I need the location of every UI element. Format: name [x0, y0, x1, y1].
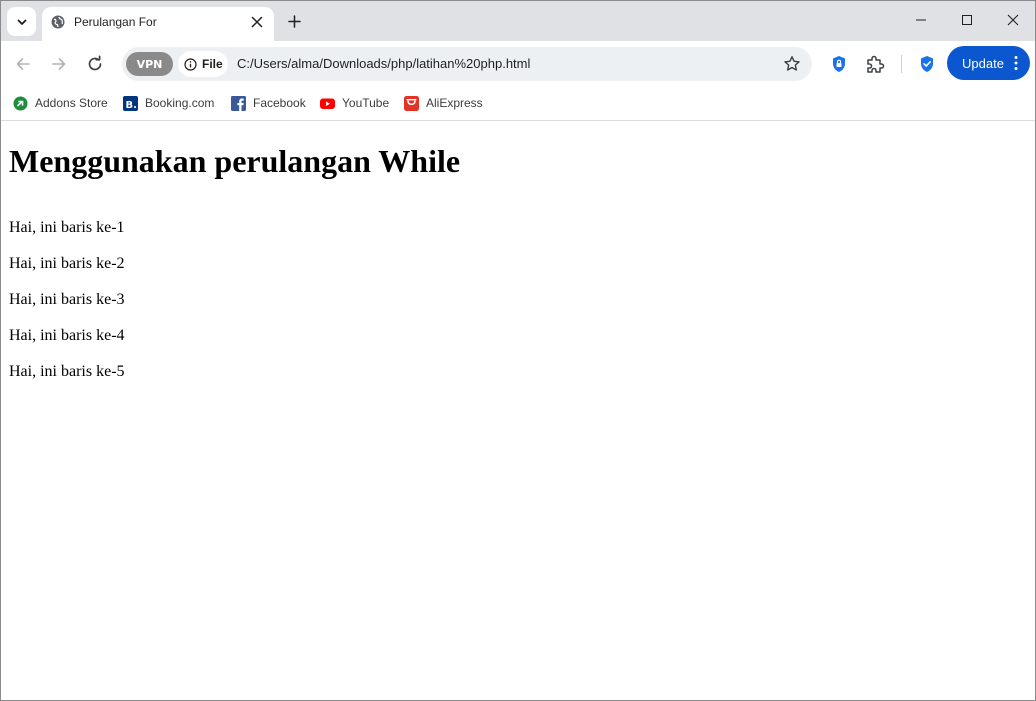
bookmarks-bar: Addons Store B. Booking.com Facebook You…	[1, 86, 1035, 121]
new-tab-button[interactable]	[284, 11, 304, 31]
profile-shield-button[interactable]	[915, 52, 939, 76]
minimize-icon	[916, 19, 926, 21]
browser-window: Perulangan For VPN File C:/Users/alma/Do…	[0, 0, 1036, 701]
addons-store-icon	[13, 96, 28, 111]
toolbar: VPN File C:/Users/alma/Downloads/php/lat…	[1, 41, 1035, 86]
chevron-down-icon	[17, 19, 26, 25]
output-line: Hai, ini baris ke-1	[9, 219, 125, 236]
tab-title: Perulangan For	[74, 15, 157, 29]
bookmark-label: AliExpress	[426, 96, 483, 110]
globe-icon	[51, 15, 65, 29]
maximize-icon	[962, 15, 972, 25]
bookmark-addons-store[interactable]: Addons Store	[13, 92, 108, 114]
bookmark-star-button[interactable]	[782, 54, 802, 74]
arrow-right-icon	[52, 58, 66, 70]
file-chip-label: File	[202, 57, 223, 71]
star-icon	[784, 56, 800, 71]
bookmark-facebook[interactable]: Facebook	[231, 92, 306, 114]
youtube-icon	[320, 96, 335, 111]
bookmark-label: Booking.com	[145, 96, 215, 110]
address-bar[interactable]: VPN File C:/Users/alma/Downloads/php/lat…	[122, 47, 812, 81]
bookmark-aliexpress[interactable]: AliExpress	[404, 92, 483, 114]
reload-button[interactable]	[82, 51, 108, 77]
reload-icon	[88, 55, 102, 71]
bookmark-label: Addons Store	[35, 96, 108, 110]
facebook-icon	[231, 95, 246, 111]
update-label: Update	[962, 55, 1004, 71]
page-content: Menggunakan perulangan While Hai, ini ba…	[1, 121, 1035, 700]
minimize-button[interactable]	[898, 1, 944, 39]
maximize-button[interactable]	[944, 1, 990, 39]
aliexpress-icon	[404, 95, 419, 111]
output-line: Hai, ini baris ke-5	[9, 363, 125, 380]
tab-active[interactable]: Perulangan For	[42, 7, 274, 41]
close-icon	[1007, 14, 1019, 26]
info-icon	[184, 57, 197, 71]
toolbar-divider	[901, 55, 902, 73]
site-info-chip[interactable]: File	[178, 51, 228, 77]
close-icon	[251, 16, 263, 28]
tab-strip: Perulangan For	[1, 1, 1035, 41]
extension-shield-button[interactable]	[827, 52, 851, 76]
window-close-button[interactable]	[990, 1, 1035, 39]
booking-icon: B.	[123, 95, 138, 111]
tab-close-button[interactable]	[248, 13, 266, 31]
more-vertical-icon	[1014, 56, 1018, 70]
vpn-toggle[interactable]: VPN	[126, 52, 173, 76]
bookmark-booking[interactable]: B. Booking.com	[123, 92, 214, 114]
output-line: Hai, ini baris ke-3	[9, 291, 125, 308]
output-line: Hai, ini baris ke-4	[9, 327, 125, 344]
update-button[interactable]: Update	[947, 46, 1030, 80]
output-line: Hai, ini baris ke-2	[9, 255, 125, 272]
url-text[interactable]: C:/Users/alma/Downloads/php/latihan%20ph…	[237, 56, 530, 71]
bookmark-youtube[interactable]: YouTube	[320, 92, 389, 114]
plus-icon	[287, 14, 301, 28]
bookmark-label: YouTube	[342, 96, 390, 110]
puzzle-icon	[867, 55, 885, 73]
back-button[interactable]	[10, 51, 36, 77]
extensions-button[interactable]	[863, 52, 887, 76]
tab-search-button[interactable]	[7, 7, 36, 36]
shield-icon	[833, 56, 845, 72]
arrow-left-icon	[16, 58, 30, 70]
verified-shield-icon	[921, 56, 933, 72]
page-heading: Menggunakan perulangan While	[9, 143, 461, 179]
bookmark-label: Facebook	[253, 96, 306, 110]
vpn-label: VPN	[136, 57, 163, 71]
forward-button[interactable]	[46, 51, 72, 77]
svg-text:B.: B.	[126, 100, 137, 111]
